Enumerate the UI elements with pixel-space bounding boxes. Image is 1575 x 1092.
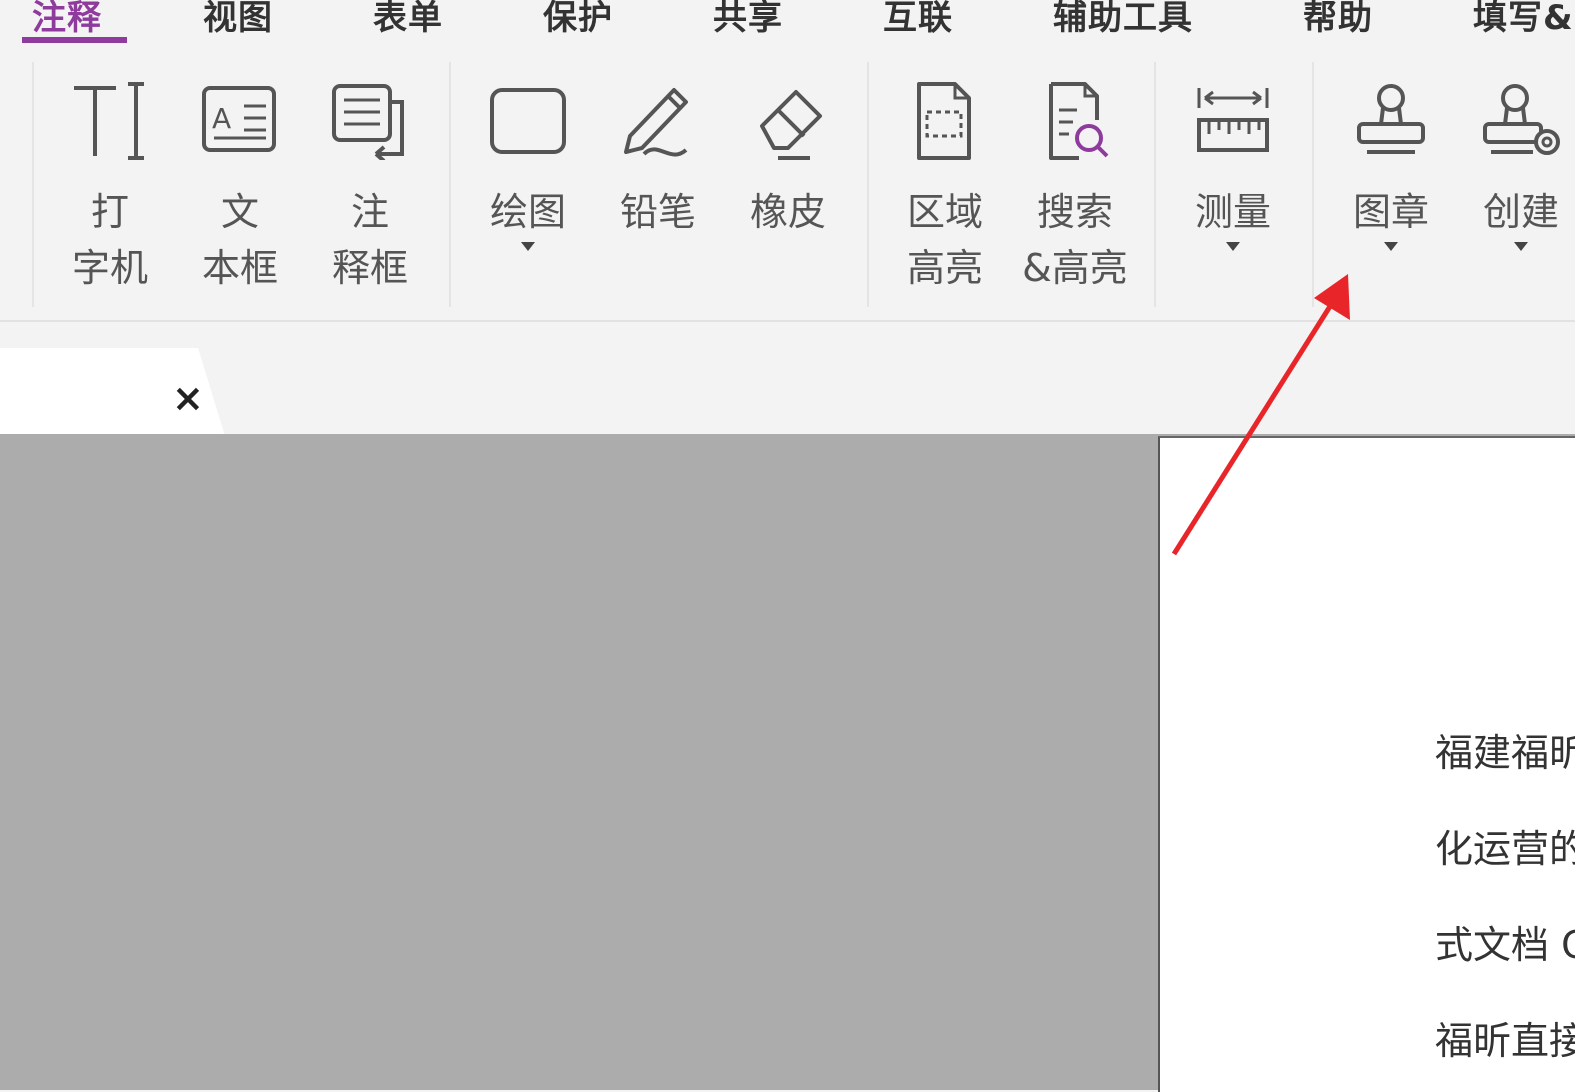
annotation-arrow bbox=[1171, 274, 1350, 556]
